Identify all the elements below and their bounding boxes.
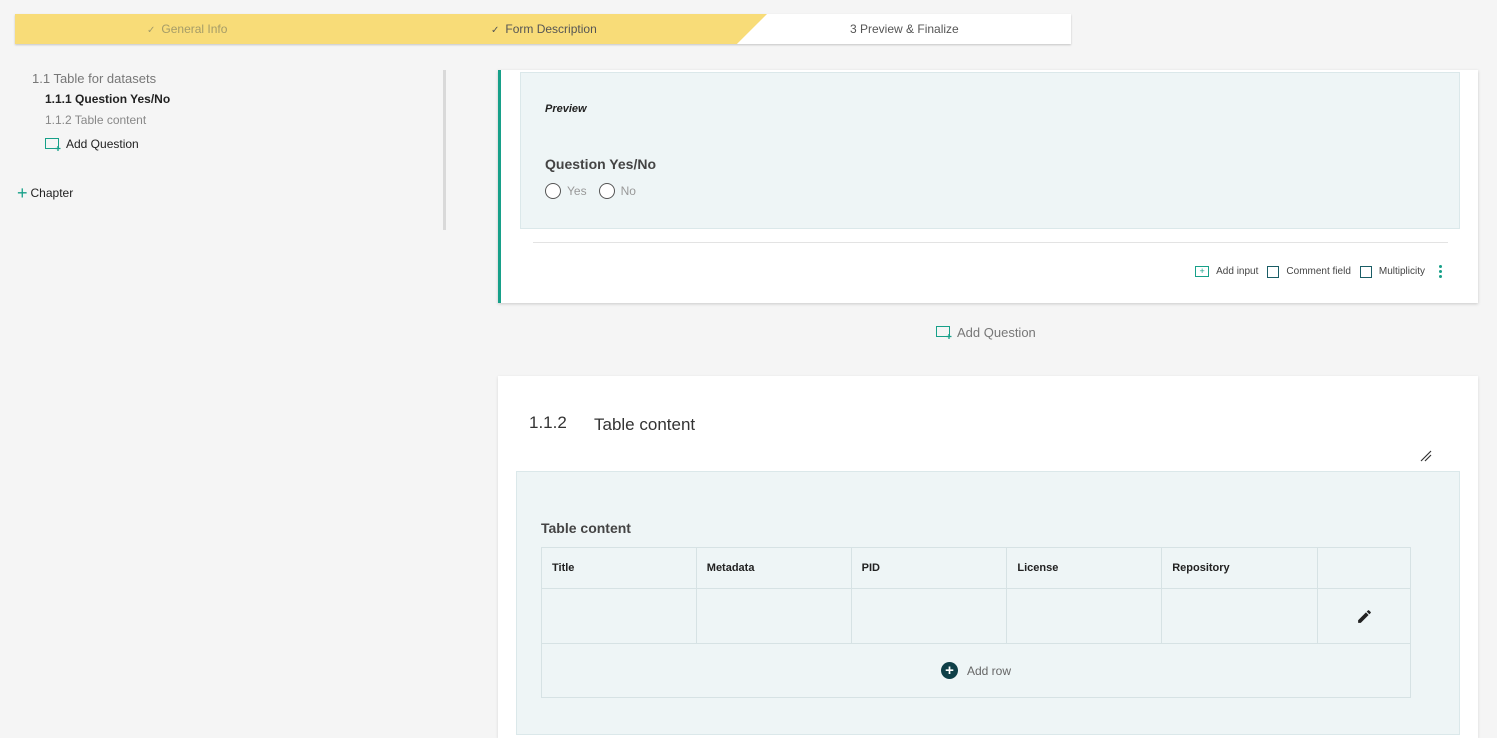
- sidebar-scrollbar[interactable]: [443, 70, 446, 230]
- sidebar-add-question-button[interactable]: Add Question: [45, 137, 139, 151]
- data-table: Title Metadata PID License Repository + …: [541, 547, 1411, 698]
- toc-item-table-content[interactable]: 1.1.2 Table content: [45, 113, 146, 127]
- preview-label: Preview: [545, 103, 587, 115]
- step-preview-finalize[interactable]: 3 Preview & Finalize: [850, 14, 959, 44]
- radio-yes-label: Yes: [567, 184, 587, 198]
- table-cell[interactable]: [1161, 588, 1319, 644]
- radio-no[interactable]: [598, 183, 615, 199]
- step-general-info[interactable]: ✓ General Info: [147, 14, 227, 44]
- col-title: Title: [541, 547, 697, 589]
- plus-icon: +: [17, 183, 28, 203]
- stepper: ✓ General Info ✓ Form Description 3 Previe…: [15, 14, 1071, 44]
- question-card-yes-no: Preview Question Yes/No Yes No + Add inp…: [498, 70, 1478, 303]
- multiplicity-checkbox[interactable]: Multiplicity: [1359, 265, 1425, 278]
- table-row: [541, 588, 1411, 644]
- question-title: Question Yes/No: [545, 156, 656, 172]
- toc-section[interactable]: 1.1 Table for datasets: [32, 71, 156, 86]
- resize-handle-icon[interactable]: [1420, 450, 1432, 462]
- table-preview: Table content Title Metadata PID License…: [516, 471, 1460, 735]
- checkbox-icon: [1359, 265, 1372, 278]
- check-icon: ✓: [147, 25, 156, 36]
- add-question-button[interactable]: Add Question: [936, 325, 1036, 340]
- table-cell[interactable]: [850, 588, 1008, 644]
- add-row-row: + Add row: [541, 643, 1411, 698]
- table-cell[interactable]: [695, 588, 852, 644]
- table-title: Table content: [541, 520, 631, 536]
- checkbox-icon: [1267, 265, 1280, 278]
- edit-row-cell: [1317, 588, 1411, 644]
- comment-field-checkbox[interactable]: Comment field: [1267, 265, 1351, 278]
- add-input-button[interactable]: + Add input: [1195, 266, 1258, 277]
- question-preview: Preview Question Yes/No Yes No: [520, 72, 1460, 229]
- table-cell[interactable]: [541, 588, 697, 644]
- step-form-description[interactable]: ✓ Form Description: [491, 14, 597, 44]
- more-options-icon[interactable]: [1439, 265, 1442, 278]
- question-title-input[interactable]: Table content: [594, 415, 695, 435]
- col-metadata: Metadata: [695, 547, 852, 589]
- question-number: 1.1.2: [529, 413, 567, 432]
- add-circle-icon: +: [940, 662, 958, 679]
- table-cell[interactable]: [1006, 588, 1163, 644]
- table-header-row: Title Metadata PID License Repository: [541, 547, 1411, 589]
- col-license: License: [1006, 547, 1163, 589]
- radio-yes[interactable]: [545, 183, 561, 199]
- pencil-icon[interactable]: [1356, 608, 1373, 625]
- col-actions: [1317, 547, 1411, 589]
- col-pid: PID: [850, 547, 1008, 589]
- add-chapter-button[interactable]: + Chapter: [17, 183, 73, 203]
- add-question-icon: [936, 326, 952, 339]
- toc-item-question-yes-no[interactable]: 1.1.1 Question Yes/No: [45, 92, 170, 106]
- divider: [533, 242, 1448, 243]
- sidebar-toc: 1.1 Table for datasets 1.1.1 Question Ye…: [0, 70, 448, 230]
- radio-group: Yes No: [545, 183, 648, 199]
- stepper-done-track: [15, 14, 767, 44]
- radio-no-label: No: [620, 184, 636, 198]
- check-icon: ✓: [491, 25, 500, 36]
- col-repository: Repository: [1161, 547, 1319, 589]
- question-toolbar: + Add input Comment field Multiplicity: [1186, 265, 1442, 278]
- add-row-cell: + Add row: [541, 643, 1411, 698]
- add-row-button[interactable]: + Add row: [940, 662, 1011, 679]
- add-input-icon: +: [1195, 266, 1210, 277]
- question-card-table-content: 1.1.2 Table content Table content Title …: [498, 376, 1478, 738]
- add-question-icon: [45, 137, 61, 151]
